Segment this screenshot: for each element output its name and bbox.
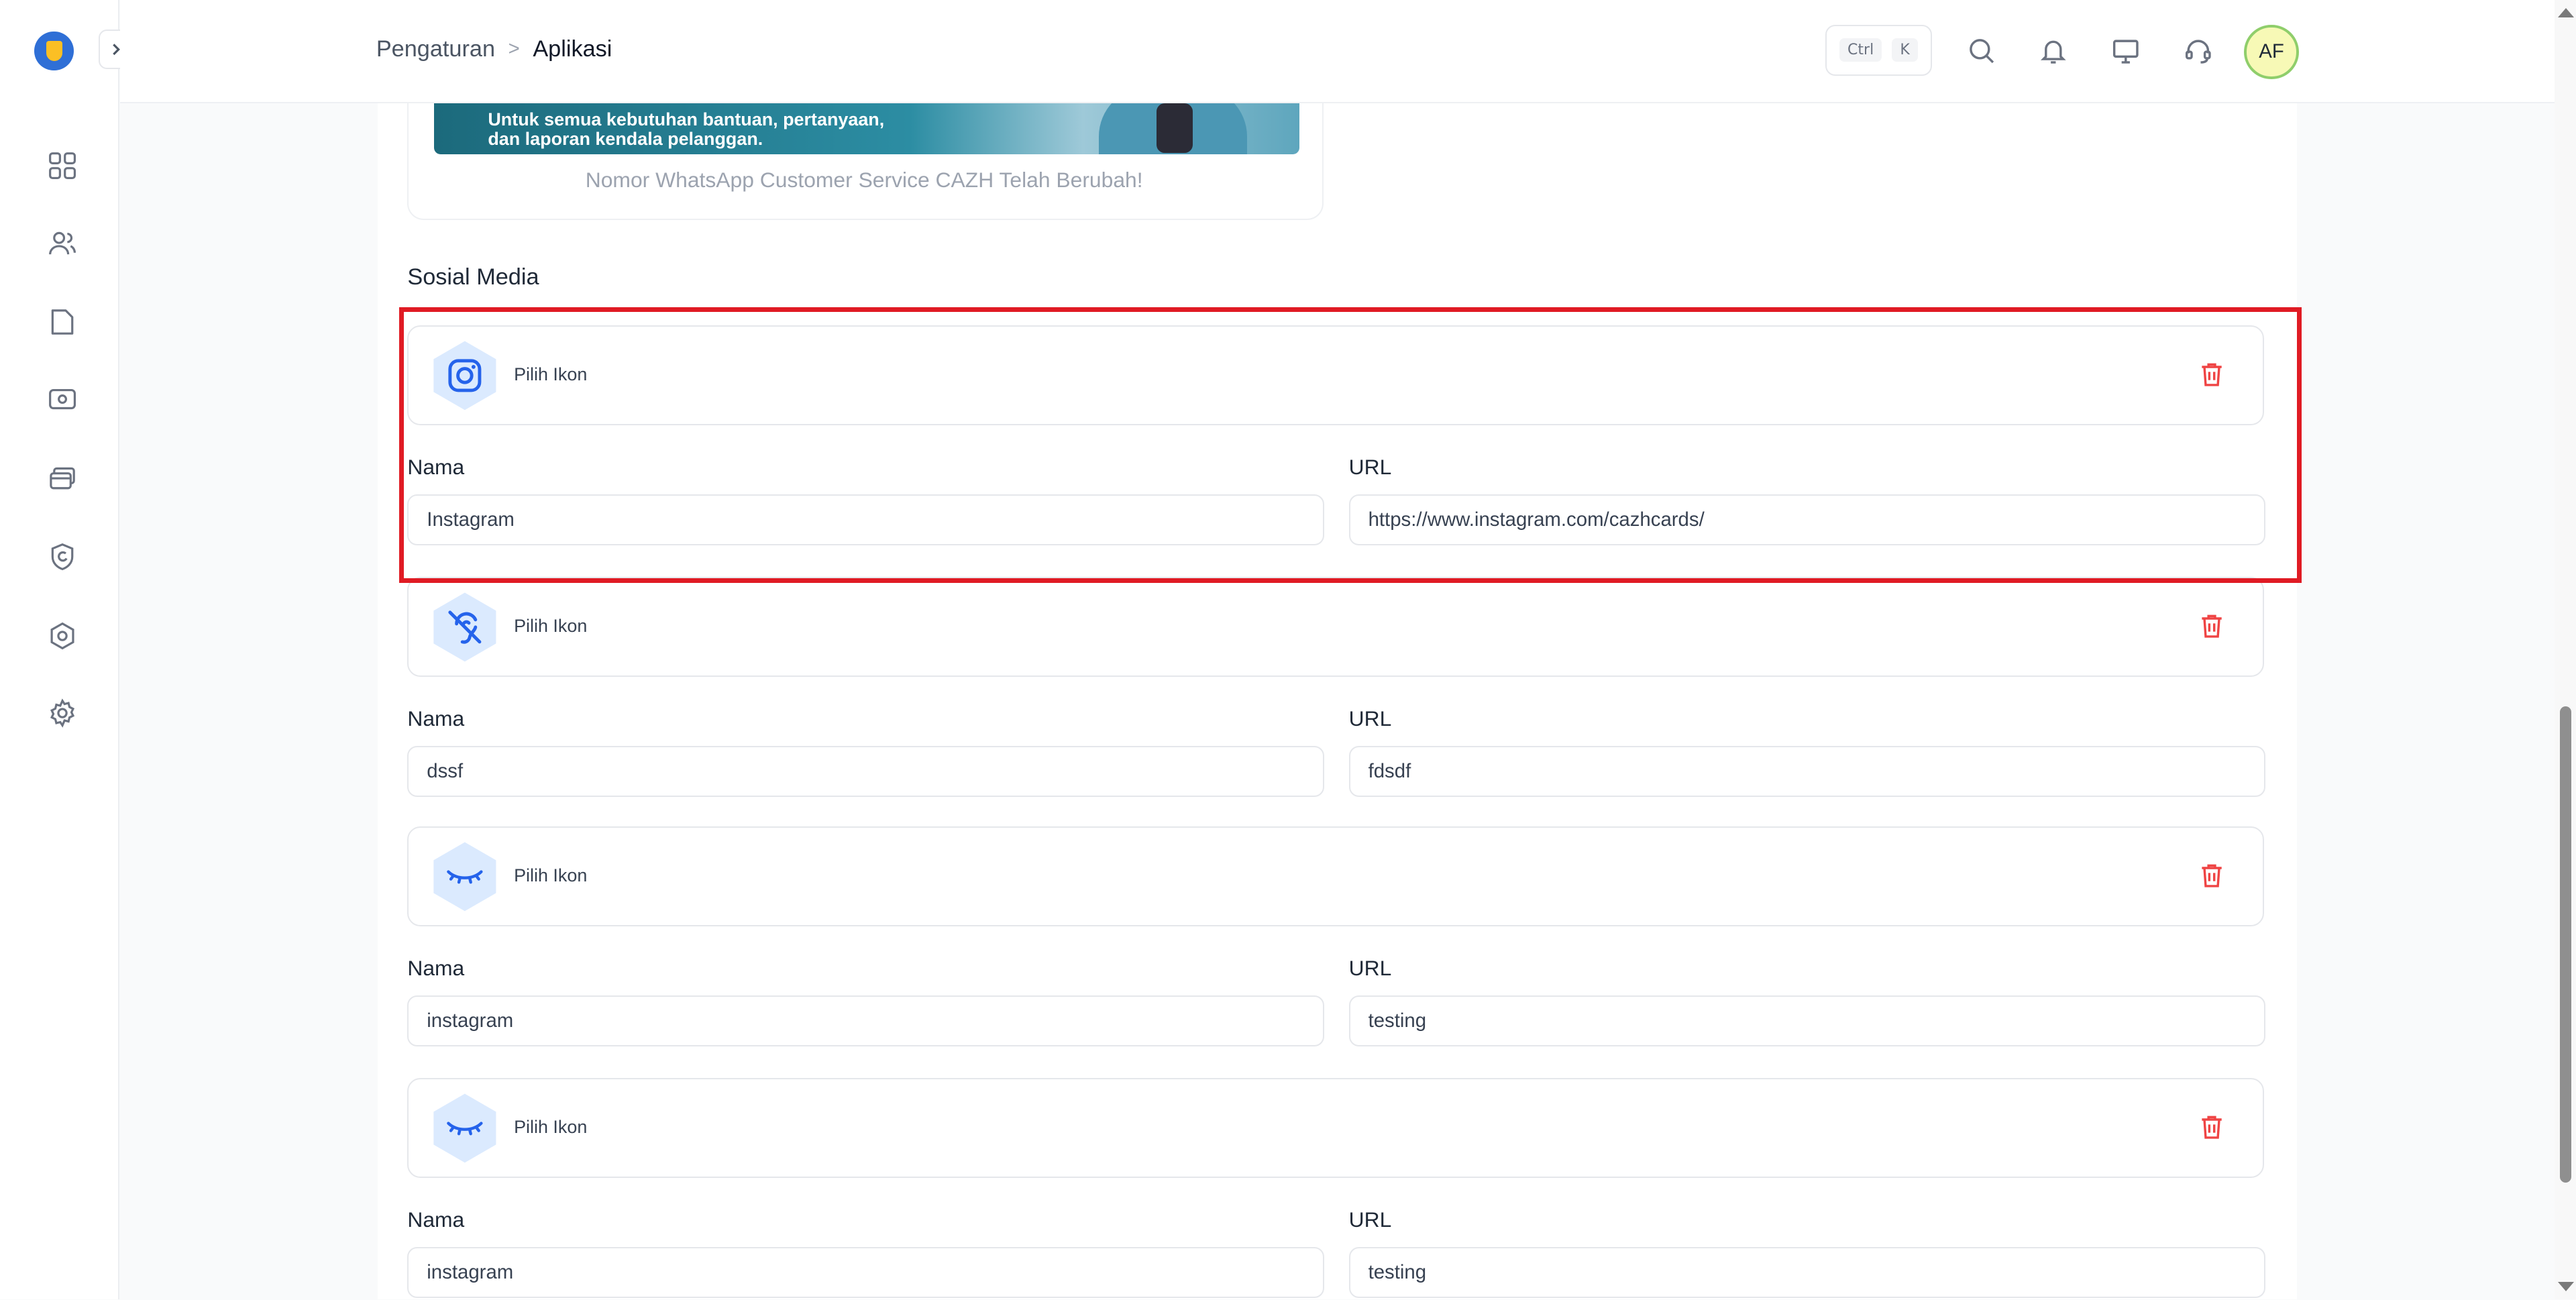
url-label: URL: [1348, 706, 1392, 731]
nav-badge-icon[interactable]: [46, 541, 79, 574]
name-label: Nama: [407, 706, 465, 731]
trash-icon[interactable]: [2197, 360, 2226, 389]
url-label: URL: [1348, 956, 1392, 981]
shortcut-key-k: K: [1892, 38, 1919, 62]
user-avatar[interactable]: AF: [2244, 24, 2299, 80]
banner-text-line2: dan laporan kendala pelanggan.: [488, 129, 763, 150]
pick-icon-label[interactable]: Pilih Ikon: [514, 364, 587, 385]
name-label: Nama: [407, 1207, 465, 1232]
breadcrumb-separator: >: [508, 38, 520, 60]
pick-icon-label[interactable]: Pilih Ikon: [514, 1117, 587, 1138]
pick-icon-label[interactable]: Pilih Ikon: [514, 865, 587, 886]
app-logo[interactable]: [34, 31, 74, 71]
scrollbar-thumb[interactable]: [2559, 706, 2571, 1183]
nav-cards-icon[interactable]: [46, 462, 79, 494]
banner-text-line1: Untuk semua kebutuhan bantuan, pertanyaa…: [488, 109, 885, 130]
command-search-button[interactable]: Ctrl K: [1825, 24, 1932, 76]
name-label: Nama: [407, 455, 465, 480]
scroll-up-icon[interactable]: [2558, 8, 2575, 18]
scroll-down-icon[interactable]: [2558, 1281, 2575, 1291]
breadcrumb-current: Aplikasi: [533, 36, 612, 62]
instagram-icon[interactable]: [429, 339, 501, 412]
name-input[interactable]: [407, 494, 1324, 546]
bell-icon[interactable]: [2037, 34, 2070, 67]
social-icon-row: Pilih Ikon: [407, 325, 2264, 426]
trash-icon[interactable]: [2197, 861, 2226, 890]
social-icon-row: Pilih Ikon: [407, 576, 2264, 677]
nav-users-icon[interactable]: [46, 227, 79, 260]
url-input[interactable]: [1348, 745, 2266, 797]
name-label: Nama: [407, 956, 465, 981]
social-media-title: Sosial Media: [407, 264, 539, 290]
nav-settings-icon[interactable]: [46, 696, 79, 729]
name-input[interactable]: [407, 745, 1324, 797]
monitor-icon[interactable]: [2110, 34, 2143, 67]
sidebar: [0, 0, 138, 1300]
breadcrumb: Pengaturan > Aplikasi: [376, 36, 612, 62]
page-scrollbar[interactable]: [2555, 0, 2576, 1300]
eye-closed-icon[interactable]: [429, 841, 501, 913]
url-input[interactable]: [1348, 995, 2266, 1046]
trash-icon[interactable]: [2197, 611, 2226, 641]
eye-closed-icon[interactable]: [429, 1092, 501, 1164]
nav-security-icon[interactable]: [46, 619, 79, 652]
trash-icon[interactable]: [2197, 1112, 2226, 1142]
nav-folder-icon[interactable]: [46, 306, 79, 339]
url-input[interactable]: [1348, 494, 2266, 546]
ear-off-icon[interactable]: [429, 591, 501, 663]
whatsapp-banner-caption: Nomor WhatsApp Customer Service CAZH Tel…: [585, 167, 1143, 192]
social-icon-row: Pilih Ikon: [407, 1077, 2264, 1178]
whatsapp-banner-image: Untuk semua kebutuhan bantuan, pertanyaa…: [433, 103, 1300, 155]
url-label: URL: [1348, 455, 1392, 480]
social-icon-row: Pilih Ikon: [407, 826, 2264, 927]
nav-dashboard-icon[interactable]: [46, 150, 79, 182]
name-input[interactable]: [407, 995, 1324, 1046]
search-icon[interactable]: [1965, 34, 1998, 67]
nav-money-icon[interactable]: [46, 383, 79, 416]
pick-icon-label[interactable]: Pilih Ikon: [514, 616, 587, 637]
url-label: URL: [1348, 1207, 1392, 1232]
name-input[interactable]: [407, 1246, 1324, 1298]
shortcut-key-ctrl: Ctrl: [1839, 38, 1882, 62]
headset-icon[interactable]: [2182, 34, 2214, 67]
breadcrumb-parent[interactable]: Pengaturan: [376, 36, 495, 62]
url-input[interactable]: [1348, 1246, 2266, 1298]
